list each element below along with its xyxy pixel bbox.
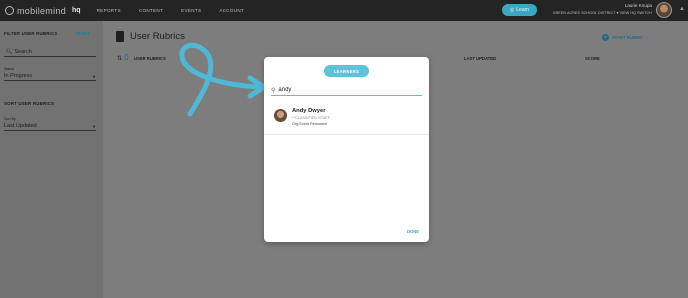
- learn-button-label: Learn: [516, 7, 530, 13]
- learner-detail: Org Event Personnel: [292, 122, 328, 126]
- chevron-down-icon: ▾: [616, 11, 619, 15]
- hq-label: hq: [72, 7, 81, 14]
- search-placeholder: Search: [14, 48, 32, 55]
- tab-learners[interactable]: LEARNERS: [324, 65, 369, 77]
- nav-reports[interactable]: REPORTS: [97, 8, 121, 13]
- nav-content[interactable]: CONTENT: [139, 8, 163, 13]
- rubric-count: ⇅ 0: [117, 53, 129, 62]
- learn-icon: ◎: [509, 7, 515, 13]
- status-label: Status: [4, 67, 15, 71]
- avatar: [274, 109, 287, 122]
- user-info[interactable]: Laurie Knupa GREEN ACRES SCHOOL DISTRICT…: [540, 3, 652, 15]
- district-selector[interactable]: GREEN ACRES SCHOOL DISTRICT ▾ VIEW HQ SW…: [540, 10, 652, 15]
- column-score[interactable]: SCORE: [585, 56, 600, 61]
- top-nav: mobilemind hq REPORTS CONTENT EVENTS ACC…: [0, 0, 688, 21]
- logo[interactable]: mobilemind: [5, 6, 66, 16]
- plus-icon: +: [602, 34, 609, 41]
- logo-icon: [5, 6, 14, 15]
- column-last-updated[interactable]: LAST UPDATED: [464, 56, 496, 61]
- annotation-arrow: [179, 42, 267, 117]
- bell-icon[interactable]: ▲: [679, 6, 685, 12]
- reset-button[interactable]: RESET: [76, 31, 90, 36]
- clipboard-icon: [116, 31, 124, 42]
- avatar[interactable]: [656, 2, 672, 18]
- learner-role: **CLASSIFIED STAFF: [292, 116, 330, 120]
- learn-button[interactable]: ◎ Learn: [502, 4, 537, 16]
- filter-heading: FILTER USER RUBRICS: [4, 31, 58, 36]
- search-input[interactable]: 🔍︎ Search: [4, 47, 96, 57]
- sort-icon: ⇅: [117, 56, 123, 62]
- learner-search-modal: LEARNERS ⚲ Andy Dwyer **CLASSIFIED STAFF…: [264, 57, 429, 242]
- learner-search-field[interactable]: ⚲: [271, 85, 422, 96]
- start-rubric-label: START RUBRIC: [612, 35, 644, 40]
- learner-search-input[interactable]: [278, 87, 409, 93]
- column-user-rubrics[interactable]: USER RUBRICS: [134, 56, 166, 61]
- sidebar: FILTER USER RUBRICS RESET 🔍︎ Search Stat…: [0, 21, 103, 298]
- sort-select[interactable]: Last Updated ▼: [4, 122, 96, 131]
- logo-text: mobilemind: [17, 5, 67, 16]
- search-icon: ⚲: [271, 87, 276, 94]
- sort-heading: SORT USER RUBRICS: [4, 101, 55, 106]
- sort-value: Last Updated: [4, 123, 37, 129]
- list-item[interactable]: Andy Dwyer **CLASSIFIED STAFF Org Event …: [264, 103, 429, 135]
- learner-name: Andy Dwyer: [292, 108, 326, 114]
- chevron-down-icon: ▼: [92, 123, 96, 129]
- status-select[interactable]: In Progress ▼: [4, 72, 96, 81]
- sort-label: Sort By: [4, 117, 16, 121]
- nav-account[interactable]: ACCOUNT: [219, 8, 244, 13]
- rubric-count-value: 0: [124, 53, 129, 62]
- district-sub: VIEW HQ SWITCH: [619, 11, 652, 15]
- district-name: GREEN ACRES SCHOOL DISTRICT: [552, 11, 616, 15]
- status-value: In Progress: [4, 73, 33, 79]
- start-rubric-button[interactable]: + START RUBRIC: [602, 34, 643, 41]
- nav-events[interactable]: EVENTS: [181, 8, 201, 13]
- user-name: Laurie Knupa: [624, 3, 652, 8]
- done-button[interactable]: DONE: [407, 229, 419, 234]
- search-icon: 🔍︎: [6, 48, 13, 55]
- chevron-down-icon: ▼: [92, 73, 96, 79]
